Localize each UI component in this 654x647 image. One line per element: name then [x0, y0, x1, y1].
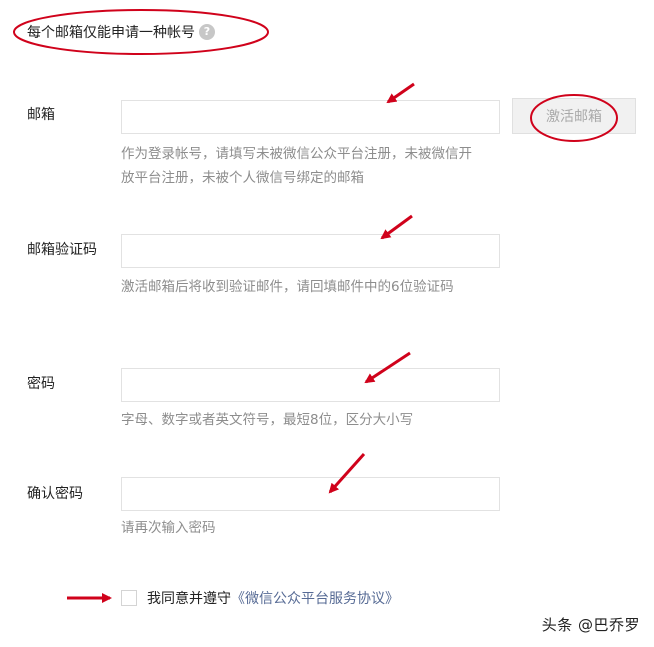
password-label: 密码 [27, 376, 55, 392]
email-label: 邮箱 [27, 107, 55, 123]
verify-code-label: 邮箱验证码 [27, 242, 97, 258]
account-limit-text: 每个邮箱仅能申请一种帐号 [27, 25, 195, 41]
agreement-row: 我同意并遵守 《微信公众平台服务协议》 [121, 588, 399, 608]
agree-checkbox[interactable] [121, 590, 137, 606]
email-hint: 作为登录帐号，请填写未被微信公众平台注册，未被微信开放平台注册，未被个人微信号绑… [121, 146, 472, 186]
account-limit-note: 每个邮箱仅能申请一种帐号 ? [27, 20, 215, 44]
service-agreement-link[interactable]: 《微信公众平台服务协议》 [231, 588, 399, 608]
password-input[interactable] [121, 368, 500, 402]
confirm-password-hint: 请再次输入密码 [121, 520, 216, 536]
confirm-password-input[interactable] [121, 477, 500, 511]
password-hint: 字母、数字或者英文符号，最短8位，区分大小写 [121, 412, 414, 428]
agreement-prefix: 我同意并遵守 [147, 591, 231, 607]
confirm-password-label: 确认密码 [27, 486, 83, 502]
help-icon[interactable]: ? [199, 24, 215, 40]
activate-email-button[interactable]: 激活邮箱 [512, 98, 636, 134]
email-input[interactable] [121, 100, 500, 134]
verify-code-input[interactable] [121, 234, 500, 268]
watermark: 头条 @巴乔罗 [541, 616, 640, 634]
verify-code-hint: 激活邮箱后将收到验证邮件，请回填邮件中的6位验证码 [121, 279, 454, 295]
